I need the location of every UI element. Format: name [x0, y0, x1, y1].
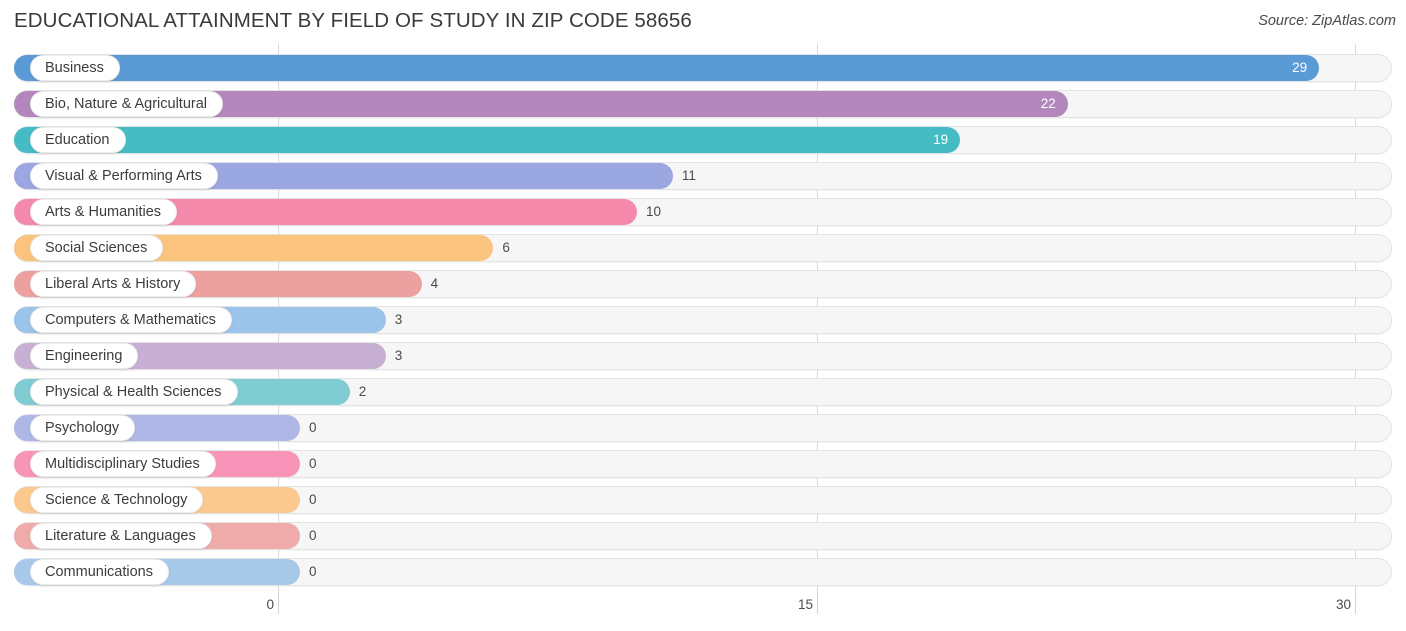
- x-axis: 0 15 30: [0, 592, 1406, 631]
- chart-row: Science & Technology 0: [0, 482, 1406, 518]
- bar-label-pill: Bio, Nature & Agricultural: [30, 91, 223, 117]
- bar-value-label: 4: [430, 276, 439, 292]
- bar-label-pill: Computers & Mathematics: [30, 307, 232, 333]
- chart-plot-area: Business 29 Bio, Nature & Agricultural 22 Ed…: [0, 44, 1406, 592]
- bar-label-pill: Arts & Humanities: [30, 199, 178, 225]
- category-label: Engineering: [45, 347, 123, 364]
- x-tick-line: [1355, 592, 1356, 614]
- category-label: Multidisciplinary Studies: [45, 455, 200, 472]
- category-label: Physical & Health Sciences: [45, 383, 222, 400]
- bar-label-pill: Business: [30, 55, 120, 81]
- bar-value-label: 22: [1040, 96, 1056, 112]
- bar-value-label: 3: [394, 312, 403, 328]
- source-attribution: Source: ZipAtlas.com: [1258, 13, 1396, 29]
- category-label: Bio, Nature & Agricultural: [45, 95, 207, 112]
- bar-value-label: 3: [394, 348, 403, 364]
- chart-row: Communications 0: [0, 554, 1406, 590]
- chart-row: Visual & Performing Arts 11: [0, 158, 1406, 194]
- category-label: Business: [45, 59, 104, 76]
- chart-row: Business 29: [0, 50, 1406, 86]
- chart-row: Literature & Languages 0: [0, 518, 1406, 554]
- chart-row: Bio, Nature & Agricultural 22: [0, 86, 1406, 122]
- chart-row: Physical & Health Sciences 2: [0, 374, 1406, 410]
- chart-row: Arts & Humanities 10: [0, 194, 1406, 230]
- bar-label-pill: Physical & Health Sciences: [30, 379, 238, 405]
- bar: [14, 127, 961, 153]
- bar-label-pill: Education: [30, 127, 126, 153]
- category-label: Science & Technology: [45, 491, 188, 508]
- x-tick-line: [278, 592, 279, 614]
- x-tick-label: 30: [1335, 597, 1351, 612]
- bar-label-pill: Social Sciences: [30, 235, 164, 261]
- bar-value-label: 0: [309, 564, 317, 580]
- category-label: Computers & Mathematics: [45, 311, 216, 328]
- category-label: Communications: [45, 563, 153, 580]
- category-label: Social Sciences: [45, 239, 148, 256]
- bar-value-label: 0: [309, 528, 317, 544]
- bar-label-pill: Multidisciplinary Studies: [30, 451, 216, 477]
- chart-row: Engineering 3: [0, 338, 1406, 374]
- category-label: Literature & Languages: [45, 527, 196, 544]
- bar-value-label: 11: [681, 168, 696, 184]
- bar-value-label: 0: [309, 456, 317, 472]
- category-label: Visual & Performing Arts: [45, 167, 202, 184]
- bar-label-pill: Visual & Performing Arts: [30, 163, 218, 189]
- category-label: Education: [45, 131, 110, 148]
- x-tick-label: 15: [797, 597, 813, 612]
- bar-value-label: 19: [933, 132, 949, 148]
- page-title: EDUCATIONAL ATTAINMENT BY FIELD OF STUDY…: [14, 9, 692, 32]
- category-label: Arts & Humanities: [45, 203, 162, 220]
- chart-header: EDUCATIONAL ATTAINMENT BY FIELD OF STUDY…: [0, 0, 1406, 44]
- x-tick-line: [817, 592, 818, 614]
- bar-value-label: 6: [502, 240, 510, 256]
- chart-row: Social Sciences 6: [0, 230, 1406, 266]
- bar-value-label: 0: [309, 492, 317, 508]
- category-label: Liberal Arts & History: [45, 275, 181, 292]
- bar: [14, 55, 1320, 81]
- bar-label-pill: Communications: [30, 559, 169, 585]
- chart-row: Liberal Arts & History 4: [0, 266, 1406, 302]
- category-label: Psychology: [45, 419, 120, 436]
- bar-value-label: 29: [1292, 60, 1308, 76]
- bar-label-pill: Science & Technology: [30, 487, 204, 513]
- bar-label-pill: Engineering: [30, 343, 139, 369]
- bar-value-label: 2: [358, 384, 367, 400]
- bar-label-pill: Liberal Arts & History: [30, 271, 197, 297]
- chart-row: Education 19: [0, 122, 1406, 158]
- x-tick-label: 0: [266, 597, 274, 612]
- chart-row: Psychology 0: [0, 410, 1406, 446]
- bar-value-label: 10: [646, 204, 662, 220]
- chart-row: Multidisciplinary Studies 0: [0, 446, 1406, 482]
- bar-label-pill: Psychology: [30, 415, 136, 441]
- bar-label-pill: Literature & Languages: [30, 523, 212, 549]
- bar-value-label: 0: [309, 420, 317, 436]
- chart-row: Computers & Mathematics 3: [0, 302, 1406, 338]
